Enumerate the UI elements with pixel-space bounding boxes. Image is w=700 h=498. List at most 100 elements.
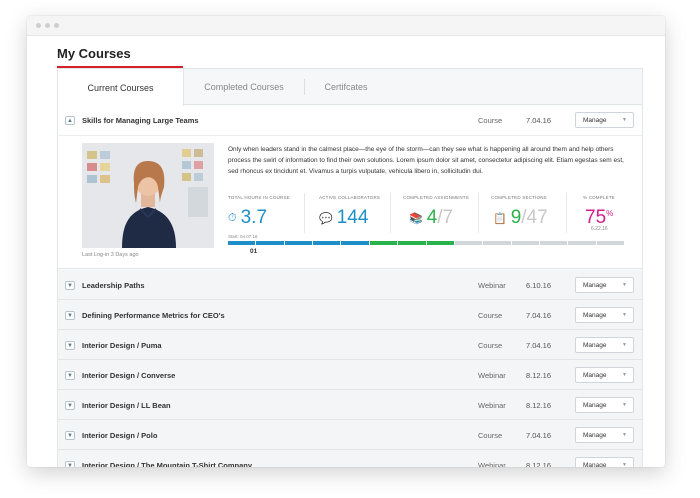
progress-segment xyxy=(511,241,539,245)
expanded-row-header[interactable]: ▲ Skills for Managing Large Teams Course… xyxy=(58,106,642,136)
progress-segment xyxy=(313,241,341,245)
course-date: 8.12.16 xyxy=(526,371,552,380)
course-row[interactable]: ▼ Interior Design / Polo Course 7.04.16 Mana… xyxy=(58,420,642,450)
page-title: My Courses xyxy=(57,46,131,61)
window-titlebar xyxy=(27,16,665,36)
course-title[interactable]: Skills for Managing Large Teams xyxy=(82,116,199,125)
tab-current-courses[interactable]: Current Courses xyxy=(58,69,184,106)
progress-segment xyxy=(483,241,511,245)
manage-label: Manage xyxy=(583,371,607,379)
course-type: Webinar xyxy=(478,461,506,467)
manage-label: Manage xyxy=(583,341,607,349)
window-dot-icon xyxy=(45,23,50,28)
progress-segment xyxy=(369,241,398,245)
progress-segment xyxy=(398,241,426,245)
course-title[interactable]: Interior Design / Polo xyxy=(82,431,157,440)
chevron-down-icon[interactable]: ▼ xyxy=(65,281,75,290)
course-row[interactable]: ▼ Interior Design / The Mountain T-Shirt … xyxy=(58,450,642,467)
stat-value: 📚 4 /7 xyxy=(409,207,453,229)
progress-segment xyxy=(539,241,568,245)
course-stats: TOTAL HOURS IN COURSE ⏱ 3.7 ACTIVE COLLA… xyxy=(228,193,628,233)
course-type: Course xyxy=(478,116,503,125)
course-title[interactable]: Defining Performance Metrics for CEO's xyxy=(82,311,225,320)
progress-segment xyxy=(228,241,256,245)
tab-completed-courses[interactable]: Completed Courses xyxy=(184,69,304,105)
stat-sections: COMPLETED SECTIONS 📋 9 /47 xyxy=(478,193,566,233)
manage-dropdown[interactable]: Manage ▼ xyxy=(575,457,634,467)
chevron-down-icon: ▼ xyxy=(622,312,627,318)
course-row[interactable]: ▼ Leadership Paths Webinar 6.10.16 Manage ▼ xyxy=(58,270,642,300)
stat-collaborators: ACTIVE COLLABORATORS 💬 144 xyxy=(304,193,390,233)
chevron-down-icon[interactable]: ▼ xyxy=(65,341,75,350)
course-title[interactable]: Interior Design / Puma xyxy=(82,341,162,350)
manage-dropdown[interactable]: Manage ▼ xyxy=(575,367,634,383)
course-type: Course xyxy=(478,431,503,440)
course-type: Course xyxy=(478,311,503,320)
stat-label: COMPLETED ASSIGNMENTS xyxy=(403,195,469,200)
sections-total: /47 xyxy=(521,207,548,228)
chevron-up-icon[interactable]: ▲ xyxy=(65,116,75,125)
course-row[interactable]: ▼ Interior Design / LL Bean Webinar 8.12.16… xyxy=(58,390,642,420)
course-row[interactable]: ▼ Defining Performance Metrics for CEO's C… xyxy=(58,300,642,330)
assignments-done: 4 xyxy=(426,207,438,228)
stat-value: ⏱ 3.7 xyxy=(228,207,267,229)
progress-segment xyxy=(341,241,369,245)
course-instructor-photo xyxy=(82,143,214,248)
manage-dropdown[interactable]: Manage ▼ xyxy=(575,427,634,443)
manage-dropdown[interactable]: Manage ▼ xyxy=(575,337,634,353)
stat-assignments: COMPLETED ASSIGNMENTS 📚 4 /7 xyxy=(390,193,478,233)
collaborators-value: 144 xyxy=(336,207,369,228)
course-date: 8.12.16 xyxy=(526,461,552,467)
course-row[interactable]: ▼ Interior Design / Converse Webinar 8.12.1… xyxy=(58,360,642,390)
course-row[interactable]: ▼ Interior Design / Puma Course 7.04.16 Mana… xyxy=(58,330,642,360)
window-dot-icon xyxy=(36,23,41,28)
stat-value: 📋 9 /47 xyxy=(493,207,548,229)
window-dot-icon xyxy=(54,23,59,28)
course-type: Webinar xyxy=(478,401,506,410)
complete-date: 6.22.16 xyxy=(591,226,608,232)
chevron-down-icon: ▼ xyxy=(622,432,627,438)
chevron-down-icon: ▼ xyxy=(622,462,627,467)
chat-bubbles-icon: 💬 xyxy=(319,212,333,225)
chevron-down-icon[interactable]: ▼ xyxy=(65,401,75,410)
course-type: Course xyxy=(478,341,503,350)
course-date: 6.10.16 xyxy=(526,281,552,290)
progress-segment xyxy=(454,241,483,245)
chevron-down-icon: ▼ xyxy=(622,117,627,123)
manage-dropdown[interactable]: Manage ▼ xyxy=(575,277,634,293)
last-login-text: Last Log-in 3 Days ago xyxy=(82,252,139,258)
percent-unit: % xyxy=(606,209,614,218)
stat-complete: % COMPLETE 75 % 6.22.16 xyxy=(566,193,628,233)
manage-dropdown[interactable]: Manage ▼ xyxy=(575,307,634,323)
stat-label: TOTAL HOURS IN COURSE xyxy=(228,195,290,200)
course-date: 7.04.16 xyxy=(526,311,552,320)
manage-label: Manage xyxy=(583,281,607,289)
course-progress-bar xyxy=(228,241,625,245)
course-date: 8.12.16 xyxy=(526,401,552,410)
manage-dropdown[interactable]: Manage ▼ xyxy=(575,397,634,413)
hours-value: 3.7 xyxy=(240,207,268,228)
manage-dropdown[interactable]: Manage ▼ xyxy=(575,112,634,128)
course-type: Webinar xyxy=(478,371,506,380)
tab-certificates[interactable]: Certifcates xyxy=(305,69,387,105)
course-title[interactable]: Interior Design / LL Bean xyxy=(82,401,171,410)
chevron-down-icon: ▼ xyxy=(622,342,627,348)
courses-panel: Current Courses Completed Courses Certif… xyxy=(57,68,643,467)
chevron-down-icon[interactable]: ▼ xyxy=(65,371,75,380)
manage-label: Manage xyxy=(583,116,607,124)
progress-segment xyxy=(426,241,454,245)
course-tabs: Current Courses Completed Courses Certif… xyxy=(58,69,642,106)
course-title[interactable]: Leadership Paths xyxy=(82,281,145,290)
chevron-down-icon[interactable]: ▼ xyxy=(65,311,75,320)
chevron-down-icon: ▼ xyxy=(622,282,627,288)
stat-value: 💬 144 xyxy=(319,207,368,229)
manage-label: Manage xyxy=(583,431,607,439)
chevron-down-icon: ▼ xyxy=(622,372,627,378)
stat-label: COMPLETED SECTIONS xyxy=(491,195,547,200)
course-title[interactable]: Interior Design / Converse xyxy=(82,371,175,380)
chevron-down-icon[interactable]: ▼ xyxy=(65,461,75,467)
chevron-down-icon[interactable]: ▼ xyxy=(65,431,75,440)
course-title[interactable]: Interior Design / The Mountain T-Shirt C… xyxy=(82,461,252,467)
stat-label: % COMPLETE xyxy=(583,195,616,200)
course-description: Only when leaders stand in the calmest p… xyxy=(228,146,624,175)
